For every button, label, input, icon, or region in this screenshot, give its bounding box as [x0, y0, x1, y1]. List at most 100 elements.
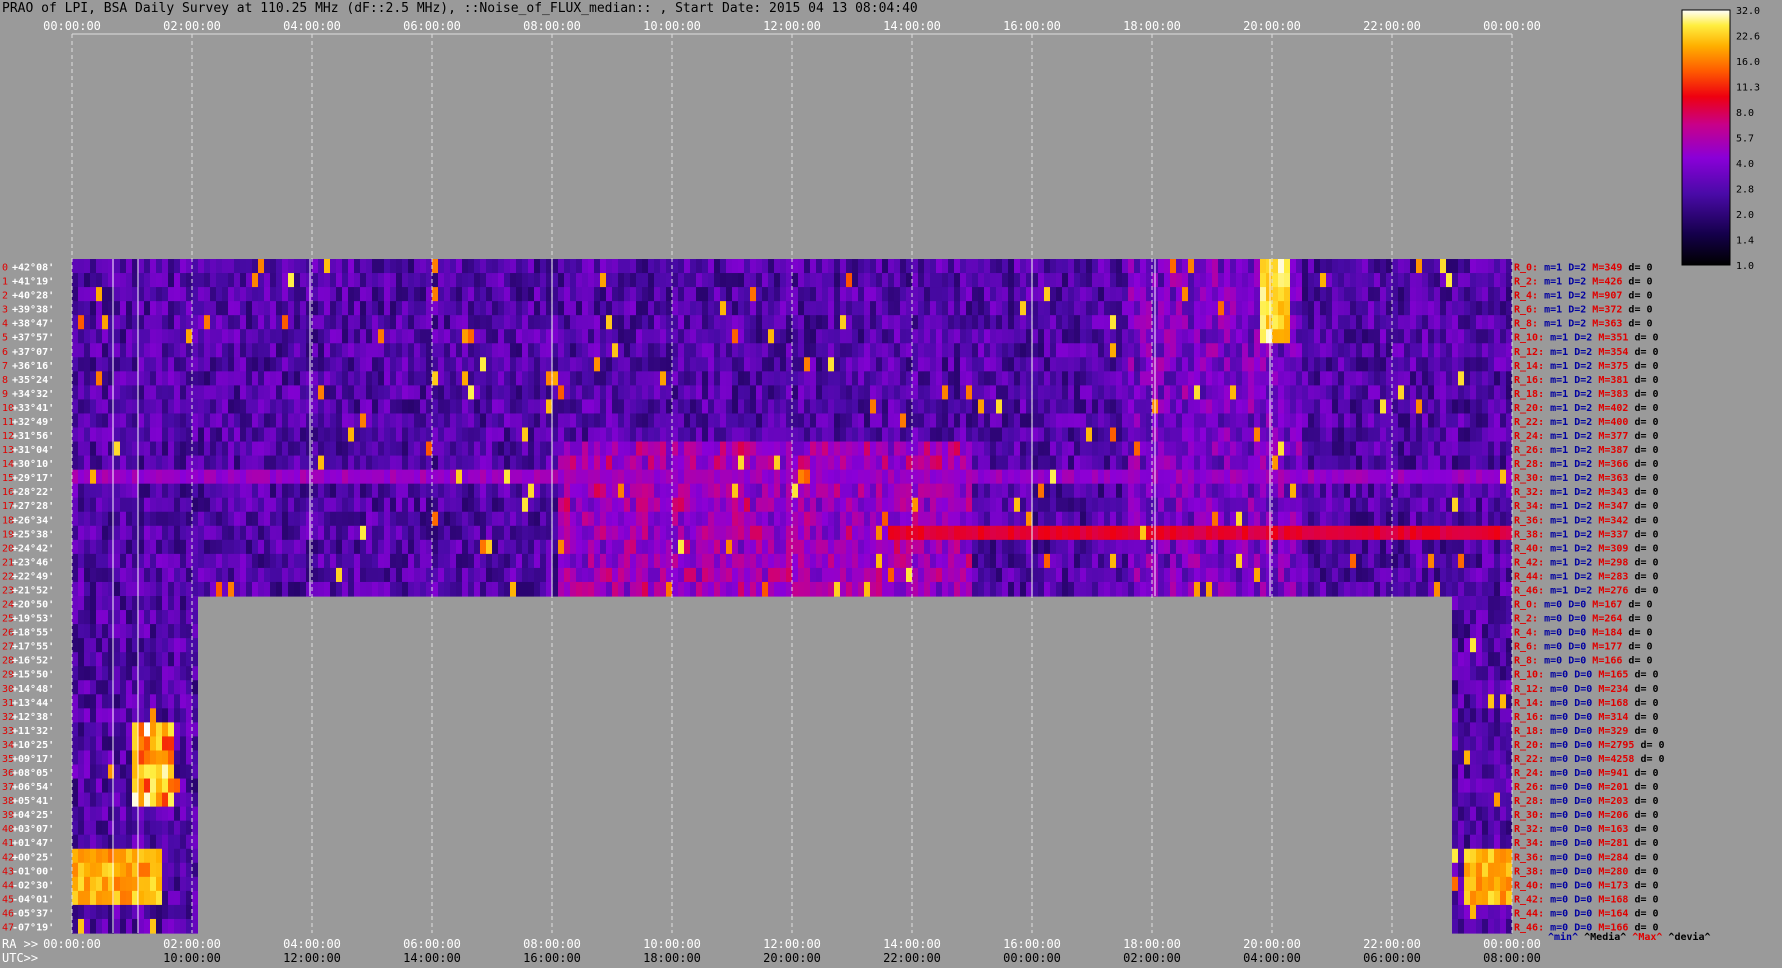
- row-stats: R_2: m=0 D=0 M=264 d= 0: [1514, 614, 1653, 625]
- declination-label: +04°25': [12, 810, 54, 821]
- row-stats: R_44: m=0 D=0 M=164 d= 0: [1514, 908, 1659, 919]
- row-stats: R_0: m=1 D=2 M=349 d= 0: [1514, 263, 1653, 274]
- declination-label: +11°32': [12, 726, 54, 737]
- row-stats: R_18: m=0 D=0 M=329 d= 0: [1514, 726, 1659, 737]
- utc-axis-tick-label: 02:00:00: [1123, 951, 1181, 965]
- top-axis-tick-label: 10:00:00: [643, 19, 701, 33]
- colorbar-tick-label: 16.0: [1736, 57, 1760, 68]
- row-stats: R_8: m=1 D=2 M=363 d= 0: [1514, 319, 1653, 330]
- declination-label: +13°44': [12, 698, 54, 709]
- row-stats: R_14: m=1 D=2 M=375 d= 0: [1514, 361, 1659, 372]
- top-axis-tick-label: 20:00:00: [1243, 19, 1301, 33]
- row-index-label: 2: [2, 291, 8, 302]
- declination-label: +35°24': [12, 375, 54, 386]
- ra-axis-tick-label: 16:00:00: [1003, 937, 1061, 951]
- row-stats: R_8: m=0 D=0 M=166 d= 0: [1514, 656, 1653, 667]
- declination-label: +15°50': [12, 670, 54, 681]
- declination-label: +08°05': [12, 768, 54, 779]
- row-index-label: 4: [2, 319, 8, 330]
- utc-axis-tick-label: 00:00:00: [1003, 951, 1061, 965]
- row-index-label: 8: [2, 375, 8, 386]
- survey-heatmap-chart: 00:00:00 02:00:00 04:00:00 06:00:00 08:00:00…: [2, 6, 1760, 965]
- colorbar: [1681, 9, 1731, 266]
- row-stats: R_32: m=0 D=0 M=163 d= 0: [1514, 824, 1659, 835]
- colorbar-tick-label: 8.0: [1736, 108, 1754, 119]
- utc-axis-tick-label: 04:00:00: [1243, 951, 1301, 965]
- top-axis-tick-label: 00:00:00: [43, 19, 101, 33]
- ra-axis-tick-label: 12:00:00: [763, 937, 821, 951]
- row-stats: R_20: m=0 D=0 M=2795 d= 0: [1514, 740, 1665, 751]
- colorbar-tick-label: 2.0: [1736, 210, 1754, 221]
- colorbar-tick-label: 1.0: [1736, 261, 1754, 272]
- top-axis-tick-label: 12:00:00: [763, 19, 821, 33]
- declination-label: +01°47': [12, 838, 54, 849]
- row-index-label: 1: [2, 277, 8, 288]
- declination-label: +24°42': [12, 543, 54, 554]
- row-index-label: 0: [2, 263, 8, 274]
- row-stats: R_38: m=0 D=0 M=280 d= 0: [1514, 866, 1659, 877]
- ra-axis-tick-label: 10:00:00: [643, 937, 701, 951]
- top-axis-tick-label: 16:00:00: [1003, 19, 1061, 33]
- colorbar-tick-label: 22.6: [1736, 32, 1760, 43]
- declination-label: +19°53': [12, 614, 54, 625]
- ra-axis-tick-label: 14:00:00: [883, 937, 941, 951]
- colorbar-tick-label: 2.8: [1736, 185, 1754, 196]
- utc-axis-prefix: UTC>>: [2, 951, 38, 965]
- colorbar-tick-label: 11.3: [1736, 83, 1760, 94]
- row-index-label: 6: [2, 347, 8, 358]
- row-stats: R_24: m=1 D=2 M=377 d= 0: [1514, 431, 1659, 442]
- declination-label: +34°32': [12, 389, 54, 400]
- utc-axis-tick-label: 08:00:00: [1483, 951, 1541, 965]
- row-stats: R_44: m=1 D=2 M=283 d= 0: [1514, 571, 1659, 582]
- ra-axis-tick-label: 06:00:00: [403, 937, 461, 951]
- declination-label: -01°00': [12, 866, 54, 877]
- utc-axis-tick-label: 16:00:00: [523, 951, 581, 965]
- declination-label: +38°47': [12, 319, 54, 330]
- utc-axis-tick-label: 12:00:00: [283, 951, 341, 965]
- declination-label: -04°01': [12, 894, 54, 905]
- ra-axis-tick-label: 22:00:00: [1363, 937, 1421, 951]
- row-stats: R_16: m=1 D=2 M=381 d= 0: [1514, 375, 1659, 386]
- declination-label: -07°19': [12, 922, 54, 933]
- declination-label: +39°38': [12, 305, 54, 316]
- declination-label: +20°50': [12, 600, 54, 611]
- row-stats: R_40: m=0 D=0 M=173 d= 0: [1514, 880, 1659, 891]
- top-axis-tick-label: 14:00:00: [883, 19, 941, 33]
- row-stats: R_12: m=1 D=2 M=354 d= 0: [1514, 347, 1659, 358]
- row-stats: R_6: m=1 D=2 M=372 d= 0: [1514, 305, 1653, 316]
- row-stats: R_24: m=0 D=0 M=941 d= 0: [1514, 768, 1659, 779]
- declination-label: +31°04': [12, 445, 54, 456]
- declination-label: +37°07': [12, 347, 54, 358]
- declination-label: +14°48': [12, 684, 54, 695]
- declination-label: +29°17': [12, 473, 54, 484]
- row-stats: R_38: m=1 D=2 M=337 d= 0: [1514, 529, 1659, 540]
- declination-label: +00°25': [12, 852, 54, 863]
- declination-label: +31°56': [12, 431, 54, 442]
- ra-axis-tick-label: 04:00:00: [283, 937, 341, 951]
- declination-label: +25°38': [12, 529, 54, 540]
- row-stats: R_20: m=1 D=2 M=402 d= 0: [1514, 403, 1659, 414]
- declination-label: +32°49': [12, 417, 54, 428]
- ra-axis-prefix: RA >>: [2, 937, 38, 951]
- row-stats: R_32: m=1 D=2 M=343 d= 0: [1514, 487, 1659, 498]
- row-index-label: 9: [2, 389, 8, 400]
- colorbar-tick-label: 4.0: [1736, 159, 1754, 170]
- row-stats: R_10: m=0 D=0 M=165 d= 0: [1514, 670, 1659, 681]
- declination-label: +22°49': [12, 571, 54, 582]
- row-stats: R_36: m=1 D=2 M=342 d= 0: [1514, 515, 1659, 526]
- row-stats: R_12: m=0 D=0 M=234 d= 0: [1514, 684, 1659, 695]
- utc-axis-tick-label: 14:00:00: [403, 951, 461, 965]
- row-stats: R_14: m=0 D=0 M=168 d= 0: [1514, 698, 1659, 709]
- ra-axis-tick-label: 20:00:00: [1243, 937, 1301, 951]
- ra-axis-tick-label: 00:00:00: [1483, 937, 1541, 951]
- top-axis-tick-label: 04:00:00: [283, 19, 341, 33]
- declination-label: +05°41': [12, 796, 54, 807]
- utc-axis-tick-label: 06:00:00: [1363, 951, 1421, 965]
- top-axis-tick-label: 18:00:00: [1123, 19, 1181, 33]
- declination-label: +21°52': [12, 585, 54, 596]
- declination-label: +23°46': [12, 557, 54, 568]
- utc-axis-tick-label: 18:00:00: [643, 951, 701, 965]
- row-stats: R_4: m=0 D=0 M=184 d= 0: [1514, 628, 1653, 639]
- colorbar-tick-label: 1.4: [1736, 236, 1754, 247]
- row-stats: R_22: m=0 D=0 M=4258 d= 0: [1514, 754, 1665, 765]
